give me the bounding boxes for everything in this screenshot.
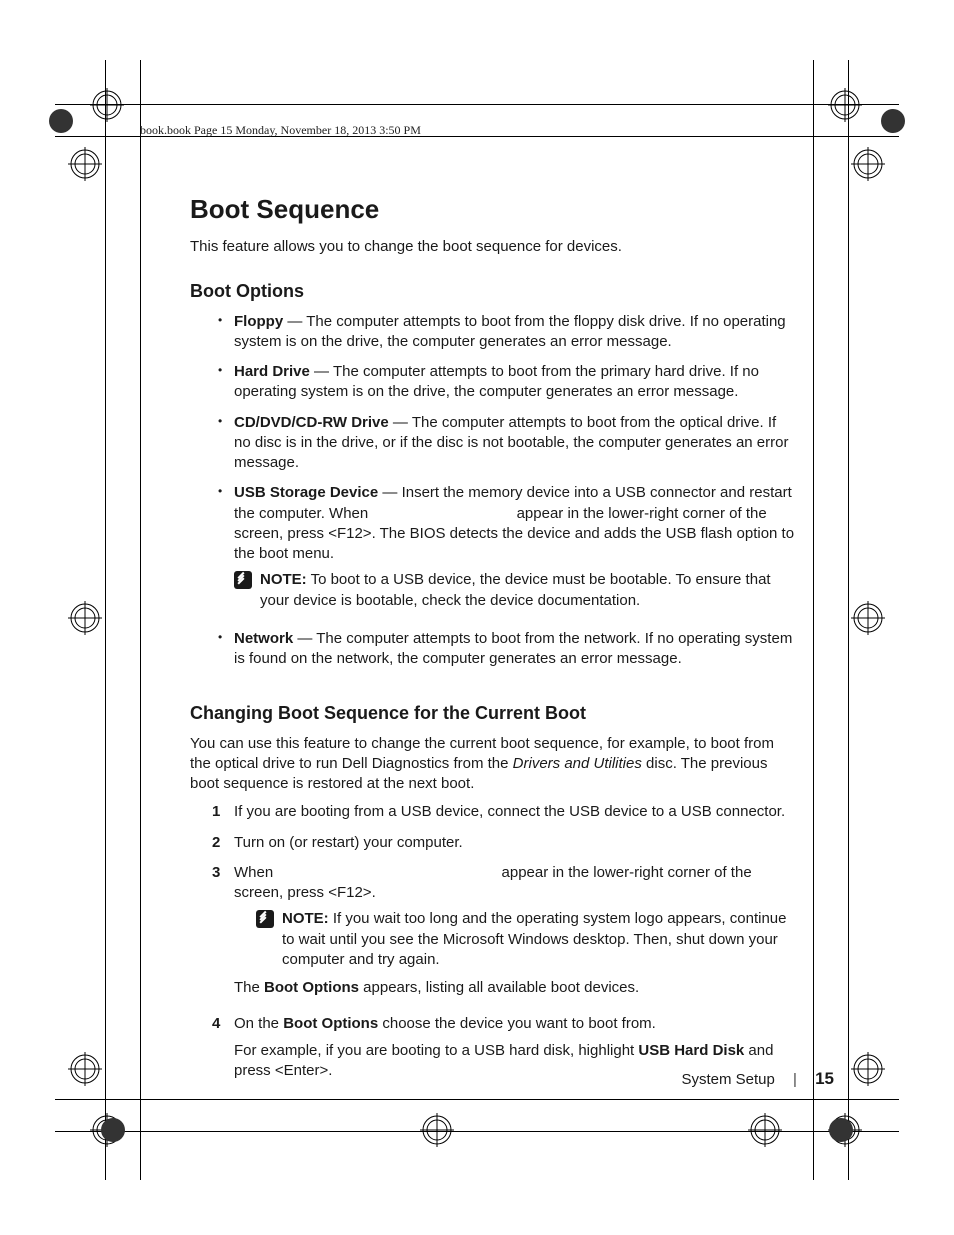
- note-icon: [256, 910, 274, 928]
- note-text: If you wait too long and the operating s…: [282, 910, 786, 968]
- note-label: NOTE:: [282, 910, 329, 927]
- document-body: Boot Sequence This feature allows you to…: [190, 192, 795, 1097]
- text-italic: Drivers and Utilities: [513, 755, 642, 772]
- text-bold: USB Hard Disk: [638, 1042, 744, 1059]
- step-1: If you are booting from a USB device, co…: [212, 802, 795, 832]
- text: choose the device you want to boot from.: [378, 1015, 656, 1032]
- texture-dot-icon: [880, 108, 906, 134]
- page-bookmark: book.book Page 15 Monday, November 18, 2…: [140, 122, 421, 138]
- term: Network: [234, 630, 293, 647]
- text: If you are booting from a USB device, co…: [234, 803, 785, 820]
- term: Hard Drive: [234, 363, 310, 380]
- text: appear in the lower-right corner of the …: [234, 864, 752, 901]
- page-footer: System Setup | 15: [0, 1068, 834, 1091]
- note-usb: NOTE: To boot to a USB device, the devic…: [234, 570, 795, 611]
- registration-mark-icon: [748, 1113, 782, 1147]
- texture-dot-icon: [828, 1117, 854, 1143]
- option-network: Network — The computer attempts to boot …: [218, 629, 795, 680]
- note-text: To boot to a USB device, the device must…: [260, 571, 771, 608]
- footer-section: System Setup: [681, 1071, 774, 1088]
- crop-line: [55, 1099, 899, 1100]
- term: CD/DVD/CD-RW Drive: [234, 414, 389, 431]
- term: USB Storage Device: [234, 484, 378, 501]
- term: Floppy: [234, 313, 283, 330]
- text: Turn on (or restart) your computer.: [234, 834, 463, 851]
- text: — The computer attempts to boot from the…: [234, 630, 792, 667]
- texture-dot-icon: [100, 1117, 126, 1143]
- footer-page-number: 15: [815, 1069, 834, 1088]
- registration-mark-icon: [828, 88, 862, 122]
- texture-dot-icon: [48, 108, 74, 134]
- note-label: NOTE:: [260, 571, 307, 588]
- crop-line: [813, 60, 814, 1180]
- registration-mark-icon: [851, 147, 885, 181]
- option-cd-dvd: CD/DVD/CD-RW Drive — The computer attemp…: [218, 413, 795, 484]
- heading-boot-options: Boot Options: [190, 279, 795, 303]
- option-floppy: Floppy — The computer attempts to boot f…: [218, 312, 795, 363]
- registration-mark-icon: [68, 147, 102, 181]
- step-2: Turn on (or restart) your computer.: [212, 833, 795, 863]
- registration-mark-icon: [420, 1113, 454, 1147]
- note-icon: [234, 571, 252, 589]
- registration-mark-icon: [851, 1052, 885, 1086]
- changing-intro: You can use this feature to change the c…: [190, 734, 795, 795]
- option-usb: USB Storage Device — Insert the memory d…: [218, 483, 795, 629]
- crop-line: [140, 60, 141, 1180]
- note-step3: NOTE: If you wait too long and the opera…: [256, 909, 795, 970]
- footer-separator: |: [793, 1070, 797, 1090]
- text: On the: [234, 1015, 283, 1032]
- step-3: When appear in the lower-right corner of…: [212, 863, 795, 1015]
- crop-line: [105, 60, 106, 1180]
- text: The: [234, 979, 264, 996]
- heading-changing-boot: Changing Boot Sequence for the Current B…: [190, 701, 795, 725]
- crop-line: [55, 104, 899, 105]
- option-hard-drive: Hard Drive — The computer attempts to bo…: [218, 362, 795, 413]
- text: When: [234, 864, 277, 881]
- text-bold: Boot Options: [264, 979, 359, 996]
- registration-mark-icon: [68, 601, 102, 635]
- text-bold: Boot Options: [283, 1015, 378, 1032]
- text: — The computer attempts to boot from the…: [234, 313, 786, 350]
- heading-boot-sequence: Boot Sequence: [190, 192, 795, 227]
- text: appears, listing all available boot devi…: [359, 979, 639, 996]
- registration-mark-icon: [90, 88, 124, 122]
- text: — The computer attempts to boot from the…: [234, 363, 759, 400]
- intro-text: This feature allows you to change the bo…: [190, 237, 795, 257]
- text: For example, if you are booting to a USB…: [234, 1042, 638, 1059]
- registration-mark-icon: [851, 601, 885, 635]
- crop-line: [848, 60, 849, 1180]
